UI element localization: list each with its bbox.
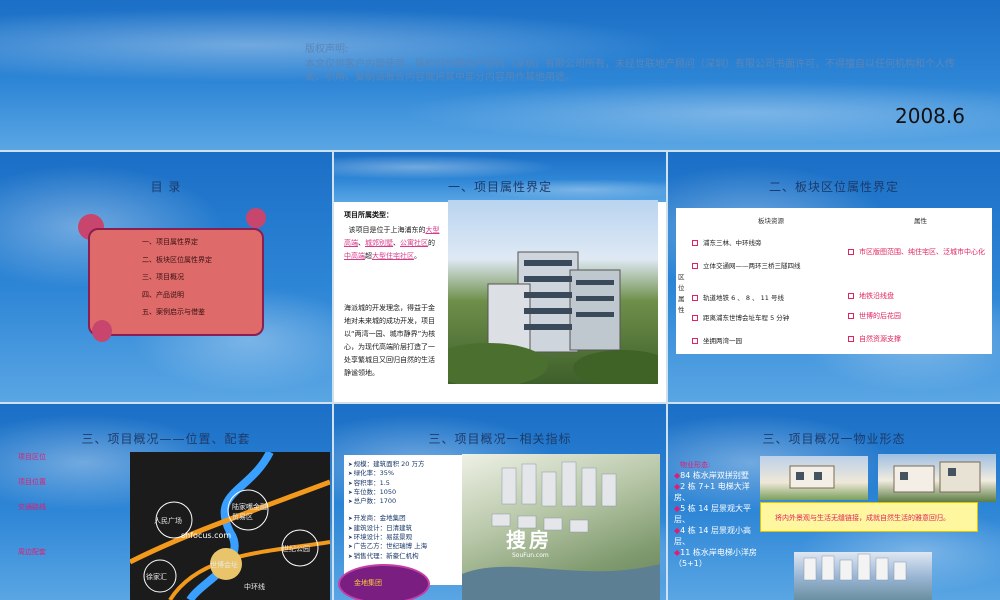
soufun-logo-sub: SouFun.com [512, 552, 549, 559]
slide-title: 三、项目概况一物业形态 [762, 432, 906, 446]
table-side-label: 区位属性 [678, 273, 685, 314]
property-item: ◆11 栋水岸电梯小洋房（5+1） [674, 548, 757, 568]
indicator-item: 环境设计：易兹景观 [348, 533, 427, 542]
table-header-resource: 板块资源 [758, 217, 784, 225]
property-item: ◆2 栋 7+1 电梯大洋房、 [674, 482, 750, 502]
table-header-attribute: 属性 [914, 217, 927, 225]
map-label: 徐家汇 [146, 573, 167, 581]
building-photo [448, 200, 658, 384]
toc-item[interactable]: 五、案例启示与借鉴 [142, 304, 212, 322]
map-watermark: shfocus.com [181, 531, 232, 540]
table-row: 距离浦东世博会址车程 5 分钟 [692, 312, 789, 322]
list-item: 项目位置 [18, 478, 46, 486]
location-list: 项目区位 项目位置 交通路线 周边配套 [18, 452, 46, 558]
concept-description: 海派城的开发理念，得益于金地对未来城的成功开发，项目以“两湾一园、城市静界”为核… [344, 304, 436, 377]
scroll-decoration [92, 320, 112, 342]
property-list-heading: 物业形态: [680, 461, 711, 469]
table-row: 浦东三林、中环线旁 [692, 237, 762, 247]
list-item: 交通路线 [18, 503, 46, 511]
villa-illustration [789, 465, 835, 489]
aerial-photo [462, 454, 660, 600]
developer-badge-text: 金地集团 [354, 579, 382, 587]
indicator-item: 开发商：金地集团 [348, 514, 427, 523]
section-heading: 项目所属类型： [344, 211, 393, 219]
cover-date: 2008.6 [895, 104, 965, 128]
toc-item[interactable]: 四、产品说明 [142, 287, 212, 305]
developer-badge [338, 564, 430, 600]
indicator-item: 总户数：1700 [348, 497, 427, 506]
scroll-decoration [246, 208, 266, 228]
copyright-text: 本文仅供客户内部使用，版权归世联地产顾问（深圳）有限公司所有，未经世联地产顾问（… [305, 59, 955, 83]
slide-title: 三、项目概况——位置、配套 [81, 432, 251, 446]
property-item: ◆5 栋 14 层景观大平层、 [674, 504, 752, 524]
indicator-item: 销售代理：新豪仁机构 [348, 552, 427, 561]
copyright-title: 版权声明: [305, 44, 349, 55]
waterfront-photo [794, 552, 932, 600]
indicator-item: 绿化率：35% [348, 469, 427, 478]
slide-title: 二、板块区位属性界定 [768, 180, 899, 194]
toc-list: 一、项目属性界定 二、板块区位属性界定 三、项目概况 四、产品说明 五、案例启示… [142, 234, 212, 322]
table-attribute: 自然资源支撑 [848, 334, 901, 344]
slide-title: 三、项目概况一相关指标 [428, 432, 572, 446]
indicator-item: 广告乙方：世纪瑞博 上海 [348, 542, 428, 551]
soufun-logo: 搜房 [506, 528, 552, 552]
indicator-item: 车位数：1050 [348, 488, 427, 497]
property-item: ◆4 栋 14 层景观小高层、 [674, 526, 752, 546]
table-attribute: 市区版图范围、纯住宅区、泛城市中心化 [848, 246, 988, 258]
building-illustration [448, 251, 658, 384]
callout-note: 将内外景观与生活无缝链接，成就自然生活的雅意回归。 [760, 502, 978, 532]
villa-photo [760, 456, 868, 500]
indicators-list: 规模：建筑面积 20 万方 绿化率：35% 容积率：1.5 车位数：1050 总… [348, 460, 428, 561]
table-row: 立体交通网——两环三桥三隧四线 [692, 260, 801, 270]
list-item: 周边配套 [18, 548, 46, 556]
toc-item[interactable]: 二、板块区位属性界定 [142, 252, 212, 270]
table-row: 轨道地铁 6 、 8 、 11 号线 [692, 292, 784, 302]
waterfront-illustration [803, 553, 907, 581]
indicator-item: 建筑设计：日清建筑 [348, 524, 427, 533]
toc-item[interactable]: 三、项目概况 [142, 269, 212, 287]
property-list: ◆84 栋水岸双拼别墅 ◆2 栋 7+1 电梯大洋房、 ◆5 栋 14 层景观大… [674, 470, 760, 569]
table-row: 坐拥两湾一园 [692, 335, 742, 345]
attribute-description: 该项目是位于上海浦东的大型高端、城郊别墅、公寓社区的中高端超大型住宅社区。 [344, 226, 440, 260]
map-label: 中环线 [244, 583, 265, 591]
list-item: 项目区位 [18, 453, 46, 461]
toc-item[interactable]: 一、项目属性界定 [142, 234, 212, 252]
aerial-illustration [462, 461, 660, 600]
property-item: ◆84 栋水岸双拼别墅 [674, 471, 749, 480]
map-label: 陆家嘴金融贸易区 [232, 503, 267, 521]
map-label: 世纪公园 [282, 545, 310, 553]
slide-title: 一、项目属性界定 [447, 180, 552, 194]
map-label: 人民广场 [154, 517, 182, 525]
indicator-item: 容积率：1.5 [348, 479, 427, 488]
table-attribute: 地铁沿线盘 [848, 291, 894, 301]
slide-title: 目 录 [150, 180, 182, 194]
zone-table [676, 208, 992, 354]
table-attribute: 世博的后花园 [848, 311, 901, 321]
map-label: 世博会址 [210, 561, 238, 569]
villa-photo [878, 454, 996, 502]
indicator-item: 规模：建筑面积 20 万方 [348, 460, 427, 469]
villa-illustration [893, 461, 981, 493]
